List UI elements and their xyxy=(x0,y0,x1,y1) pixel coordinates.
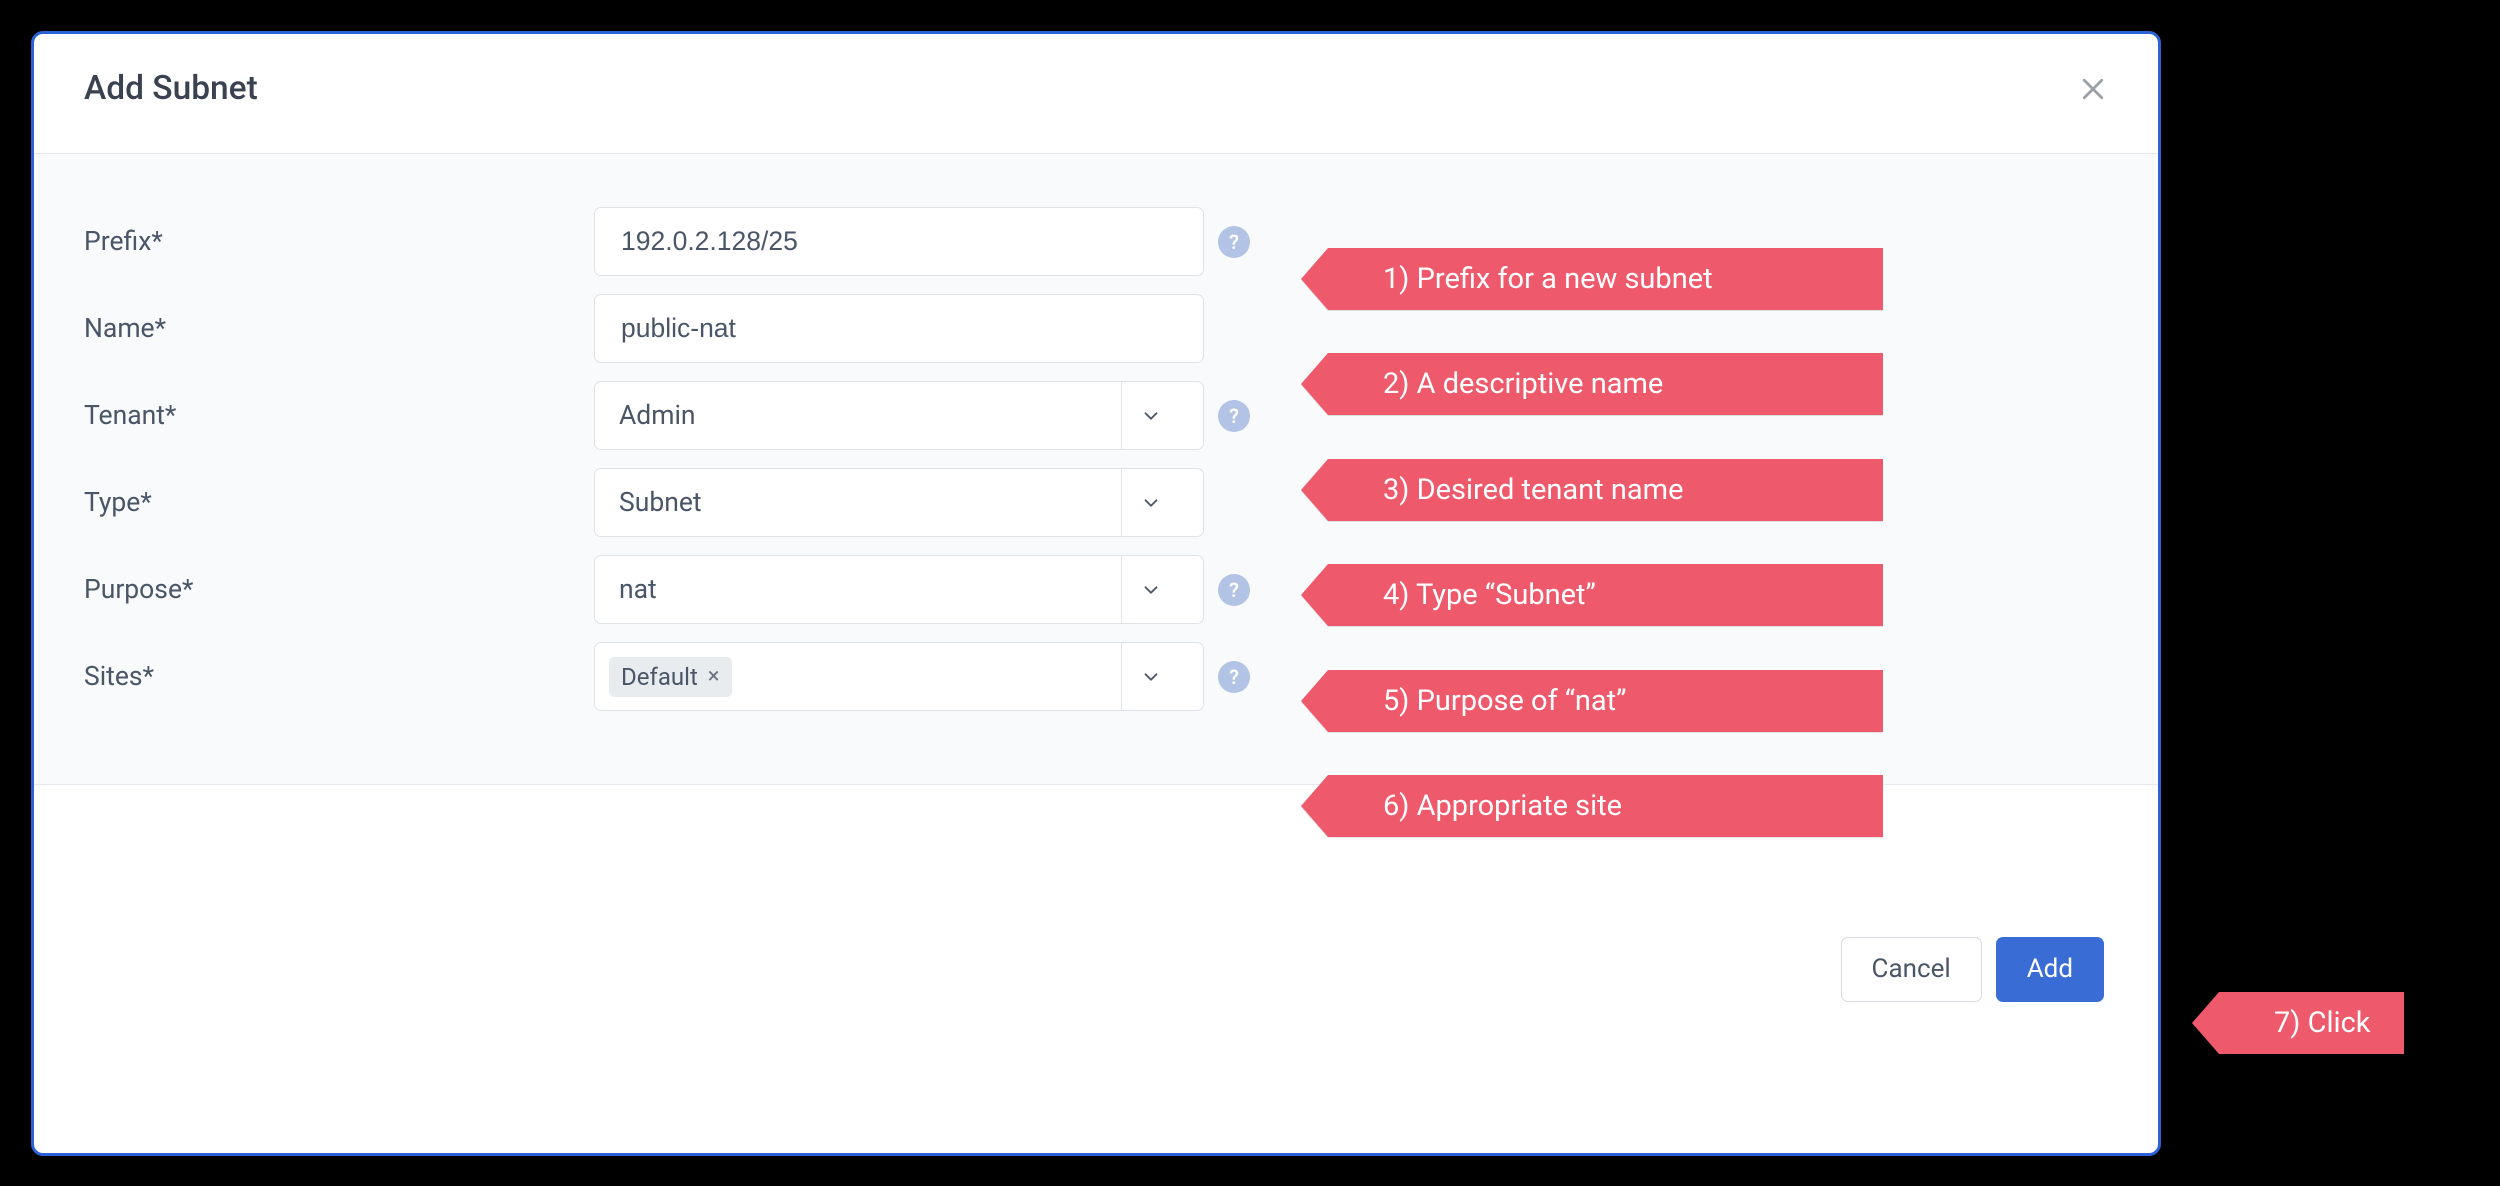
annotation-4: 4) Type “Subnet” xyxy=(1328,564,1883,626)
chip-remove-icon[interactable]: × xyxy=(708,666,720,688)
label-name: Name* xyxy=(84,313,594,344)
annotation-2: 2) A descriptive name xyxy=(1328,353,1883,415)
chevron-down-icon xyxy=(1140,492,1162,514)
close-button[interactable] xyxy=(2078,74,2108,104)
sites-chip-label: Default xyxy=(621,663,698,691)
purpose-select-value: nat xyxy=(619,574,657,605)
modal-footer: Cancel Add xyxy=(34,785,2158,1153)
modal-title: Add Subnet xyxy=(84,69,258,108)
annotation-1: 1) Prefix for a new subnet xyxy=(1328,248,1883,310)
sites-chip-default[interactable]: Default × xyxy=(609,657,732,697)
tenant-select-toggle[interactable] xyxy=(1121,382,1179,449)
help-icon[interactable]: ? xyxy=(1218,661,1250,693)
chevron-down-icon xyxy=(1140,666,1162,688)
chevron-down-icon xyxy=(1140,579,1162,601)
help-icon[interactable]: ? xyxy=(1218,574,1250,606)
help-icon[interactable]: ? xyxy=(1218,400,1250,432)
sites-select-toggle[interactable] xyxy=(1121,643,1179,710)
label-type: Type* xyxy=(84,487,594,518)
annotation-5: 5) Purpose of “nat” xyxy=(1328,670,1883,732)
type-select-toggle[interactable] xyxy=(1121,469,1179,536)
help-icon[interactable]: ? xyxy=(1218,226,1250,258)
purpose-select[interactable]: nat xyxy=(594,555,1204,624)
label-prefix: Prefix* xyxy=(84,226,594,257)
cancel-button-label: Cancel xyxy=(1872,954,1951,984)
label-sites: Sites* xyxy=(84,661,594,692)
annotation-3: 3) Desired tenant name xyxy=(1328,459,1883,521)
add-button-label: Add xyxy=(2027,954,2073,984)
prefix-input-field[interactable] xyxy=(619,225,1179,258)
tenant-select[interactable]: Admin xyxy=(594,381,1204,450)
modal-header: Add Subnet xyxy=(34,34,2158,154)
name-input-field[interactable] xyxy=(619,312,1179,345)
label-purpose: Purpose* xyxy=(84,574,594,605)
close-icon xyxy=(2078,74,2108,104)
sites-multiselect[interactable]: Default × xyxy=(594,642,1204,711)
purpose-select-toggle[interactable] xyxy=(1121,556,1179,623)
type-select-value: Subnet xyxy=(619,487,702,518)
cancel-button[interactable]: Cancel xyxy=(1841,937,1982,1002)
annotation-7: 7) Click xyxy=(2219,992,2404,1054)
prefix-input[interactable] xyxy=(594,207,1204,276)
tenant-select-value: Admin xyxy=(619,400,696,431)
name-input[interactable] xyxy=(594,294,1204,363)
annotation-6: 6) Appropriate site xyxy=(1328,775,1883,837)
chevron-down-icon xyxy=(1140,405,1162,427)
label-tenant: Tenant* xyxy=(84,400,594,431)
type-select[interactable]: Subnet xyxy=(594,468,1204,537)
add-button[interactable]: Add xyxy=(1996,937,2104,1002)
